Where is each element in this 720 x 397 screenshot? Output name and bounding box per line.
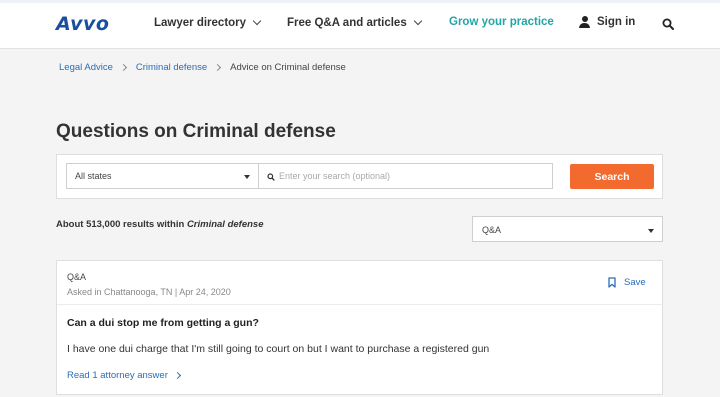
avvo-logo[interactable]: Avvo [56,13,110,35]
chevron-right-icon [214,63,222,72]
chevron-down-icon [252,16,262,26]
search-icon[interactable] [662,18,674,30]
page-title: Questions on Criminal defense [56,121,336,142]
user-icon [579,16,590,28]
breadcrumb-current: Advice on Criminal defense [230,62,346,73]
nav-free-qa-label: Free Q&A and articles [287,17,407,29]
save-button[interactable]: Save [608,277,646,288]
read-answer-label: Read 1 attorney answer [67,370,168,381]
results-count: About 513,000 results within Criminal de… [56,219,264,230]
read-answer-link[interactable]: Read 1 attorney answer [67,370,181,381]
card-type-label: Q&A [67,272,87,282]
nav-lawyer-directory[interactable]: Lawyer directory [154,16,262,29]
nav-free-qa[interactable]: Free Q&A and articles [287,16,422,29]
question-excerpt: I have one dui charge that I'm still goi… [67,343,490,355]
state-dropdown-value: All states [75,171,112,181]
card-meta: Asked in Chattanooga, TN | Apr 24, 2020 [67,287,231,297]
bookmark-icon [608,277,616,288]
site-header: Avvo Lawyer directory Free Q&A and artic… [0,0,720,49]
search-panel: All states Search [56,154,663,199]
nav-grow-practice[interactable]: Grow your practice [449,16,554,28]
breadcrumb: Legal Advice Criminal defense Advice on … [59,62,346,73]
search-field[interactable] [258,163,553,189]
question-card: Q&A Asked in Chattanooga, TN | Apr 24, 2… [56,260,663,395]
content-type-dropdown[interactable]: Q&A [472,216,663,242]
chevron-right-icon [119,63,127,72]
content-type-value: Q&A [482,225,502,235]
search-button[interactable]: Search [570,164,654,189]
state-dropdown[interactable]: All states [66,163,259,189]
card-divider [57,304,662,305]
question-title[interactable]: Can a dui stop me from getting a gun? [67,317,259,329]
results-topic: Criminal defense [186,219,264,230]
search-input[interactable] [279,168,547,184]
magnifier-icon [267,173,275,181]
nav-lawyer-directory-label: Lawyer directory [154,17,247,29]
caret-down-icon [244,175,250,179]
sign-in-link[interactable]: Sign in [579,16,635,28]
results-count-text: About 513,000 results within [56,219,185,230]
header-top-strip [0,0,720,3]
save-label: Save [624,277,646,288]
caret-down-icon [648,229,654,233]
breadcrumb-legal-advice[interactable]: Legal Advice [59,62,113,73]
breadcrumb-criminal-defense[interactable]: Criminal defense [136,62,207,73]
chevron-down-icon [413,16,422,26]
chevron-right-icon [173,371,181,380]
sign-in-label: Sign in [597,16,636,28]
